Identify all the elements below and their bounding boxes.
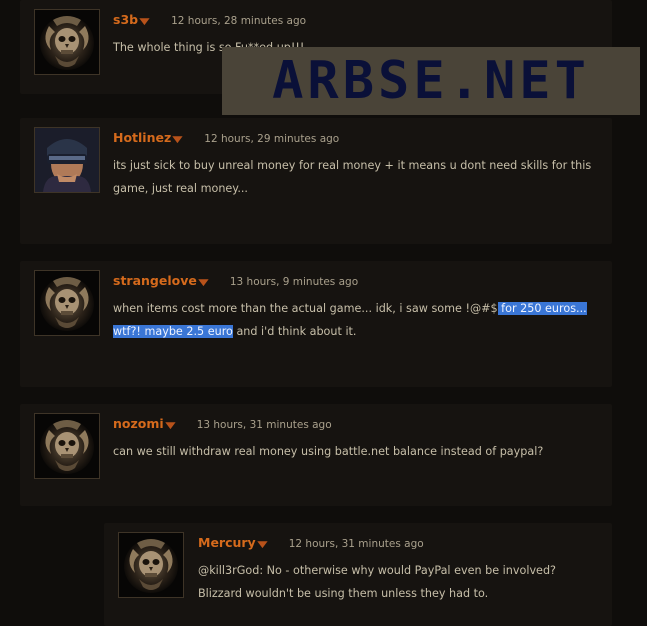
author-name[interactable]: nozomi xyxy=(113,416,164,431)
comment-header: s3b▼ 12 hours, 28 minutes ago xyxy=(113,9,306,28)
comment-header: Mercury▼ 12 hours, 31 minutes ago xyxy=(198,532,424,551)
comment-card: strangelove▼ 13 hours, 9 minutes ago whe… xyxy=(20,261,612,387)
watermark-banner: ARBSE.NET xyxy=(222,47,640,115)
chevron-down-icon[interactable]: ▼ xyxy=(257,540,267,550)
comment-card: nozomi▼ 13 hours, 31 minutes ago can we … xyxy=(20,404,612,506)
chevron-down-icon[interactable]: ▼ xyxy=(173,135,183,145)
comment-header: Hotlinez▼ 12 hours, 29 minutes ago xyxy=(113,127,339,146)
timestamp: 12 hours, 29 minutes ago xyxy=(204,133,340,145)
author-name[interactable]: strangelove xyxy=(113,273,197,288)
comment-header: strangelove▼ 13 hours, 9 minutes ago xyxy=(113,270,358,289)
avatar[interactable] xyxy=(34,127,100,193)
comment-text: when items cost more than the actual gam… xyxy=(113,297,598,343)
author-name[interactable]: s3b xyxy=(113,12,138,27)
timestamp: 13 hours, 31 minutes ago xyxy=(196,419,332,431)
avatar[interactable] xyxy=(34,270,100,336)
timestamp: 12 hours, 31 minutes ago xyxy=(288,538,424,550)
comment-text: can we still withdraw real money using b… xyxy=(113,445,544,458)
comment-header: nozomi▼ 13 hours, 31 minutes ago xyxy=(113,413,332,432)
reply-card: Mercury▼ 12 hours, 31 minutes ago @kill3… xyxy=(104,523,612,626)
comment-text: @kill3rGod: No - otherwise why would Pay… xyxy=(198,564,556,600)
chevron-down-icon[interactable]: ▼ xyxy=(165,421,175,431)
diablo-skull-avatar-icon xyxy=(35,414,99,478)
avatar[interactable] xyxy=(118,532,184,598)
avatar[interactable] xyxy=(34,413,100,479)
comment-text: its just sick to buy unreal money for re… xyxy=(113,159,592,195)
timestamp: 12 hours, 28 minutes ago xyxy=(171,15,307,27)
avatar[interactable] xyxy=(34,9,100,75)
timestamp: 13 hours, 9 minutes ago xyxy=(229,276,359,288)
comment-text-part: and i'd think about it. xyxy=(232,325,357,338)
comment-text-part: when items cost more than the actual gam… xyxy=(113,302,498,315)
author-name[interactable]: Mercury xyxy=(198,535,256,550)
chevron-down-icon[interactable]: ▼ xyxy=(139,17,149,27)
chevron-down-icon[interactable]: ▼ xyxy=(198,278,208,288)
diablo-skull-avatar-icon xyxy=(119,533,183,597)
comment-card: Hotlinez▼ 12 hours, 29 minutes ago its j… xyxy=(20,118,612,244)
visor-soldier-avatar-icon xyxy=(35,128,99,192)
diablo-skull-avatar-icon xyxy=(35,10,99,74)
diablo-skull-avatar-icon xyxy=(35,271,99,335)
author-name[interactable]: Hotlinez xyxy=(113,130,171,145)
